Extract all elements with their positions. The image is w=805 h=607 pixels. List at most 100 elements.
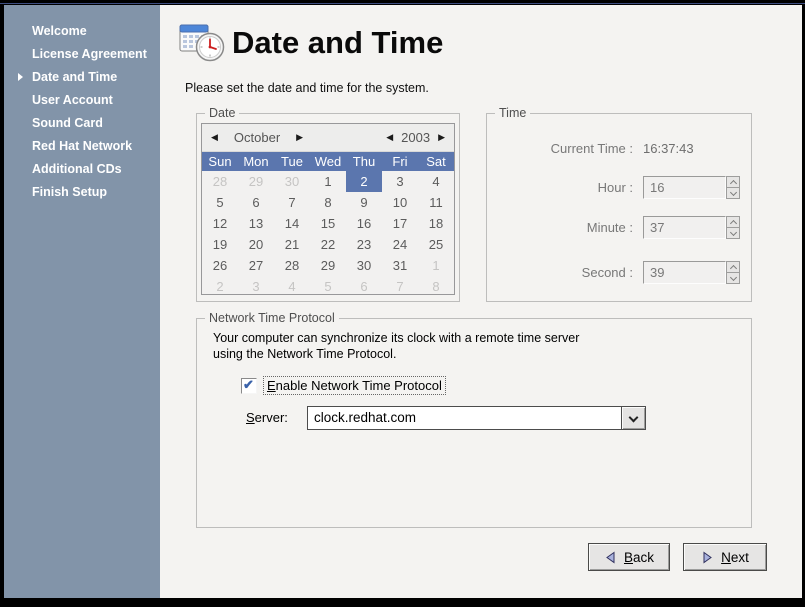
sidebar-item-license-agreement[interactable]: License Agreement [4,43,160,66]
hour-field[interactable]: 16 [643,176,726,199]
wizard-steps-sidebar: WelcomeLicense AgreementDate and TimeUse… [4,5,160,598]
sidebar-item-red-hat-network[interactable]: Red Hat Network [4,135,160,158]
ntp-enable-label[interactable]: Enable Network Time Protocol [264,377,445,394]
calendar-month-bar: ◀ October ▶ ◀ 2003 ▶ [202,124,454,152]
current-step-arrow-icon [18,73,23,81]
calendar-day[interactable]: 16 [346,213,382,234]
calendar-day[interactable]: 15 [310,213,346,234]
calendar-day[interactable]: 18 [418,213,454,234]
minute-up-icon[interactable] [726,216,740,228]
current-time-value: 16:37:43 [643,141,694,156]
second-up-icon[interactable] [726,261,740,273]
prev-month-icon[interactable]: ◀ [211,133,218,142]
time-group-legend: Time [495,106,530,120]
calendar-day[interactable]: 11 [418,192,454,213]
second-spinner: 39 [643,261,740,284]
date-group: Date ◀ October ▶ ◀ 2003 ▶ SunMonTueWedTh… [196,113,460,302]
next-arrow-icon [701,551,714,564]
next-button[interactable]: Next [683,543,767,571]
page-title: Date and Time [232,25,443,61]
ntp-enable-checkbox[interactable]: ✔ [241,378,257,394]
calendar-day[interactable]: 21 [274,234,310,255]
calendar-day[interactable]: 29 [310,255,346,276]
calendar-day[interactable]: 5 [310,276,346,297]
sidebar-item-sound-card[interactable]: Sound Card [4,112,160,135]
calendar-day[interactable]: 3 [238,276,274,297]
page-subtitle: Please set the date and time for the sys… [185,81,429,95]
date-group-legend: Date [205,106,239,120]
next-button-label: Next [721,550,749,565]
calendar-day[interactable]: 28 [202,171,238,192]
minute-down-icon[interactable] [726,228,740,239]
calendar-day[interactable]: 23 [346,234,382,255]
ntp-group-legend: Network Time Protocol [205,311,339,325]
weekday-sun: Sun [202,154,238,169]
back-arrow-icon [604,551,617,564]
calendar-day[interactable]: 7 [274,192,310,213]
calendar-day[interactable]: 14 [274,213,310,234]
hour-label: Hour : [487,180,633,195]
calendar-day[interactable]: 8 [418,276,454,297]
calendar-day[interactable]: 24 [382,234,418,255]
calendar-day-selected[interactable]: 2 [346,171,382,192]
calendar-day[interactable]: 4 [274,276,310,297]
server-dropdown-button[interactable] [621,407,645,429]
calendar-day[interactable]: 1 [418,255,454,276]
calendar-day[interactable]: 2 [202,276,238,297]
back-button[interactable]: Back [588,543,670,571]
calendar-day[interactable]: 25 [418,234,454,255]
calendar-day[interactable]: 26 [202,255,238,276]
window-top-border [0,3,805,4]
calendar-day[interactable]: 6 [238,192,274,213]
calendar-day[interactable]: 8 [310,192,346,213]
sidebar-item-finish-setup[interactable]: Finish Setup [4,181,160,204]
setup-wizard-window: WelcomeLicense AgreementDate and TimeUse… [0,0,805,607]
calendar-day[interactable]: 17 [382,213,418,234]
sidebar-item-user-account[interactable]: User Account [4,89,160,112]
ntp-group: Network Time Protocol Your computer can … [196,318,752,528]
hour-down-icon[interactable] [726,188,740,199]
second-down-icon[interactable] [726,273,740,284]
checkmark-icon: ✔ [243,377,254,393]
calendar-day[interactable]: 31 [382,255,418,276]
weekday-mon: Mon [238,154,274,169]
calendar-day[interactable]: 22 [310,234,346,255]
calendar-day[interactable]: 5 [202,192,238,213]
calendar-weekday-header: SunMonTueWedThuFriSat [202,152,454,171]
prev-year-icon[interactable]: ◀ [386,133,393,142]
current-time-label: Current Time : [487,141,633,156]
second-field[interactable]: 39 [643,261,726,284]
calendar-day[interactable]: 13 [238,213,274,234]
calendar-day[interactable]: 3 [382,171,418,192]
calendar-day[interactable]: 6 [346,276,382,297]
server-value[interactable]: clock.redhat.com [308,407,621,429]
sidebar-item-date-and-time[interactable]: Date and Time [4,66,160,89]
calendar-day[interactable]: 30 [346,255,382,276]
calendar-day[interactable]: 1 [310,171,346,192]
calendar-day[interactable]: 7 [382,276,418,297]
calendar-day[interactable]: 19 [202,234,238,255]
calendar-day-grid: 2829301234567891011121314151617181920212… [202,171,454,297]
calendar-day[interactable]: 30 [274,171,310,192]
weekday-thu: Thu [346,154,382,169]
next-month-icon[interactable]: ▶ [296,133,303,142]
calendar-day[interactable]: 20 [238,234,274,255]
hour-up-icon[interactable] [726,176,740,188]
sidebar-item-additional-cds[interactable]: Additional CDs [4,158,160,181]
sidebar-item-welcome[interactable]: Welcome [4,20,160,43]
next-year-icon[interactable]: ▶ [438,133,445,142]
calendar-day[interactable]: 28 [274,255,310,276]
chevron-down-icon [629,412,639,422]
calendar-day[interactable]: 4 [418,171,454,192]
minute-spinner: 37 [643,216,740,239]
calendar-day[interactable]: 9 [346,192,382,213]
calendar-day[interactable]: 29 [238,171,274,192]
minute-label: Minute : [487,220,633,235]
calendar-day[interactable]: 10 [382,192,418,213]
minute-field[interactable]: 37 [643,216,726,239]
server-combobox[interactable]: clock.redhat.com [307,406,646,430]
calendar-day[interactable]: 12 [202,213,238,234]
calendar-day[interactable]: 27 [238,255,274,276]
second-label: Second : [487,265,633,280]
main-panel: Date and Time Please set the date and ti… [160,5,802,598]
